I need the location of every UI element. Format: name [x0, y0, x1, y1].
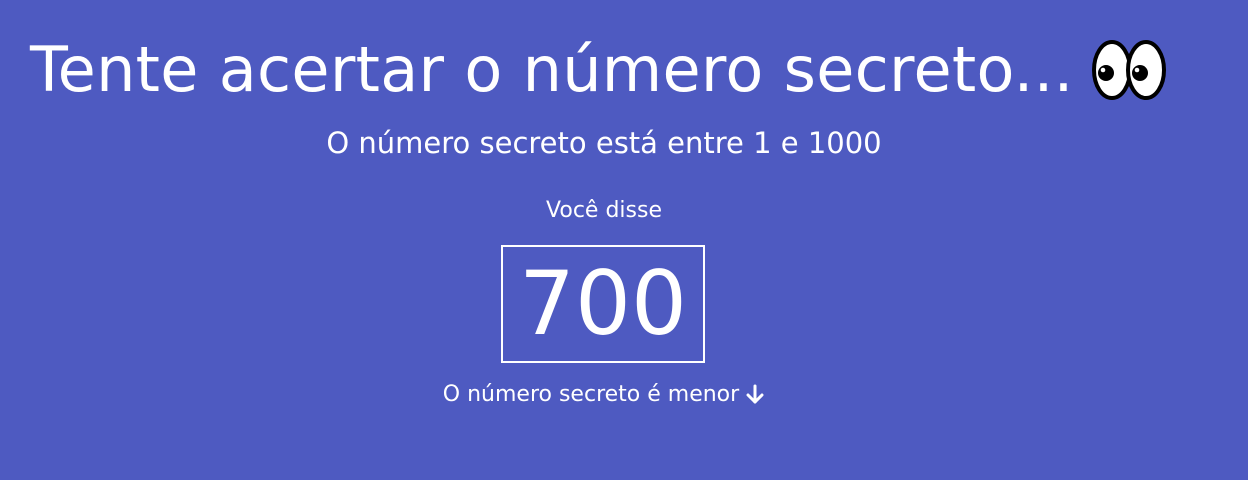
guess-value: 700: [519, 252, 687, 355]
game-page: Tente acertar o número secreto... O núme…: [0, 0, 1248, 480]
guess-value-box: 700: [501, 245, 705, 363]
title-row: Tente acertar o número secreto...: [30, 38, 1166, 102]
arrow-down-icon: [746, 384, 764, 404]
eyes-icon: [1091, 40, 1166, 100]
hint-text: O número secreto é menor: [442, 382, 740, 407]
you-said-label: Você disse: [546, 198, 662, 223]
page-title: Tente acertar o número secreto...: [30, 33, 1074, 106]
hint-row: O número secreto é menor: [0, 382, 1208, 408]
range-text: O número secreto está entre 1 e 1000: [326, 126, 882, 160]
